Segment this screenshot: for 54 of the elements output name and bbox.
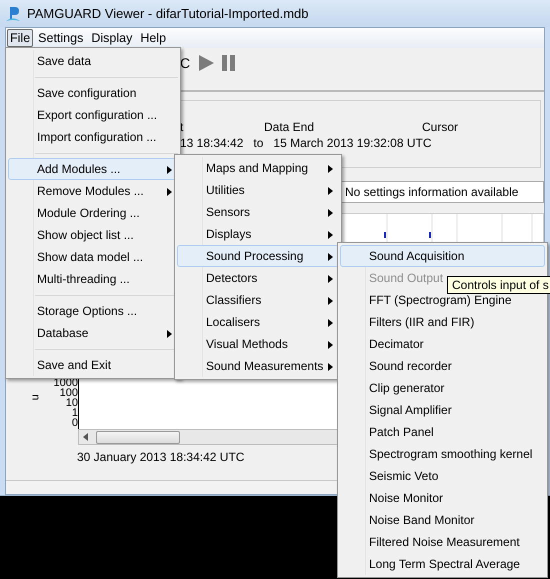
menu-item[interactable]: Signal Amplifier	[340, 399, 545, 421]
menu-item[interactable]: Show object list ...	[8, 224, 178, 246]
menu-item[interactable]: Noise Band Monitor	[340, 509, 545, 531]
menu-item[interactable]: Visual Methods	[177, 333, 339, 355]
menu-item[interactable]: Sensors	[177, 201, 339, 223]
start-time-text: 30 January 2013 18:34:42 UTC	[77, 449, 246, 466]
menu-item[interactable]: Sound Processing	[177, 245, 339, 267]
range-to-text: to	[253, 137, 264, 149]
menu-item[interactable]: Classifiers	[177, 289, 339, 311]
axis-tick-label: 10	[66, 398, 78, 408]
menu-item[interactable]: Database	[8, 322, 178, 344]
menu-item[interactable]: Module Ordering ...	[8, 202, 178, 224]
axis-label: n	[28, 394, 42, 400]
menu-item[interactable]: Export configuration ...	[8, 104, 178, 126]
menu-bar-item[interactable]: File	[7, 29, 34, 47]
menu-item[interactable]: Remove Modules ...	[8, 180, 178, 202]
menu-bar-item[interactable]: Display	[88, 29, 136, 47]
menu-item[interactable]: Filtered Noise Measurement	[340, 531, 545, 553]
menu-item[interactable]: Long Term Spectral Average	[340, 553, 545, 575]
menu-item[interactable]: Spectrogram smoothing kernel	[340, 443, 545, 465]
menu-item[interactable]: Utilities	[177, 179, 339, 201]
menu-item[interactable]: Sound Acquisition	[340, 245, 545, 267]
tooltip: Controls input of s	[447, 276, 550, 294]
menu-item[interactable]: Sound recorder	[340, 355, 545, 377]
menu-item[interactable]: Decimator	[340, 333, 545, 355]
menu-item[interactable]: Noise Monitor	[340, 487, 545, 509]
menu-item[interactable]: Show data model ...	[8, 246, 178, 268]
menu-item[interactable]: Filters (IIR and FIR)	[340, 311, 545, 333]
menu-item[interactable]: Displays	[177, 223, 339, 245]
menu-item[interactable]: Clip generator	[340, 377, 545, 399]
menu-item[interactable]: Detectors	[177, 267, 339, 289]
menu-item[interactable]: Sound Measurements	[177, 355, 339, 377]
toolbar-label: C	[180, 54, 190, 72]
axis-tick-label: 0	[72, 418, 78, 428]
menu-item[interactable]: Save configuration	[8, 82, 178, 104]
menu-item[interactable]: Seismic Veto	[340, 465, 545, 487]
menu-item[interactable]: Save data	[8, 50, 178, 72]
menu-bar-item[interactable]: Help	[137, 29, 170, 47]
menu-item[interactable]: Maps and Mapping	[177, 157, 339, 179]
menu-item[interactable]: Import configuration ...	[8, 126, 178, 148]
range-start-text: 13 18:34:42	[180, 137, 244, 149]
menu-bar-item[interactable]: Settings	[35, 29, 86, 47]
menu-item[interactable]: Patch Panel	[340, 421, 545, 443]
menu-item[interactable]: Localisers	[177, 311, 339, 333]
axis-tick-label: 100	[60, 388, 78, 398]
column-label: Data End	[264, 119, 316, 136]
menu-item[interactable]: Multi-threading ...	[8, 268, 178, 290]
range-end-text: 15 March 2013 19:32:08 UTC	[273, 137, 432, 149]
window-title: PAMGUARD Viewer - difarTutorial-Imported.mdb	[27, 4, 309, 23]
column-label: Cursor	[422, 119, 458, 136]
menu-item[interactable]: Save and Exit	[8, 354, 178, 376]
settings-info-field: No settings information available	[341, 181, 544, 203]
menu-item[interactable]: Storage Options ...	[8, 300, 178, 322]
axis-tick-label: 1	[72, 408, 78, 418]
